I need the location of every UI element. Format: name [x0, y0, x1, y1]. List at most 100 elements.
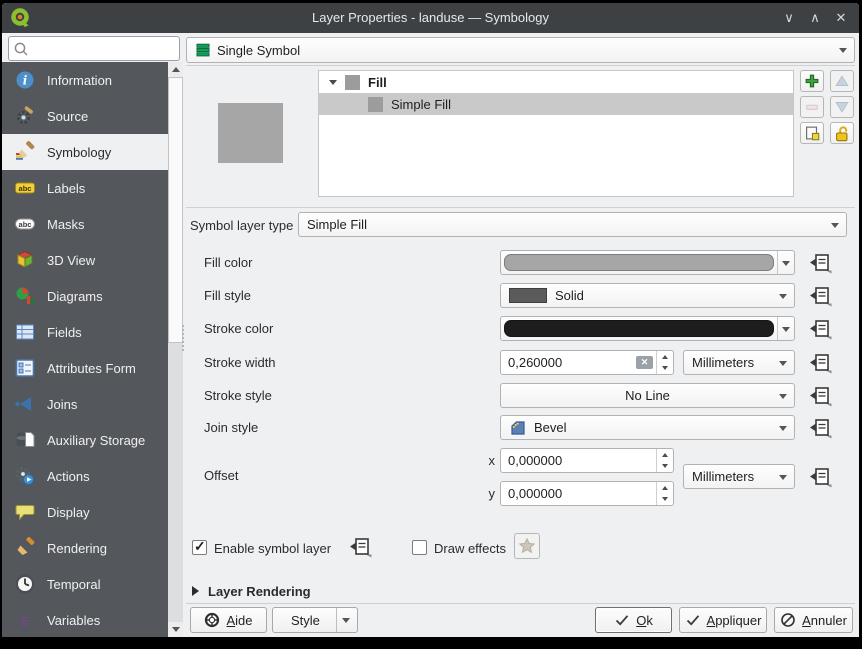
move-down-button[interactable] [830, 96, 854, 118]
stroke-color-override-button[interactable] [805, 317, 835, 341]
sidebar-item-label: Source [47, 109, 88, 124]
spin-up-button[interactable] [657, 449, 673, 461]
menu-arrow[interactable] [336, 608, 356, 632]
apply-label: Appliquer [707, 613, 762, 628]
tree-row-fill[interactable]: Fill [319, 71, 793, 93]
stroke-width-input[interactable] [501, 355, 636, 370]
join-style-combo[interactable]: Bevel [500, 415, 795, 440]
sidebar-item-fields[interactable]: Fields [2, 314, 168, 350]
offset-x-input[interactable] [501, 453, 656, 468]
splitter-handle[interactable] [182, 325, 185, 351]
minimize-button[interactable]: ∨ [777, 3, 801, 33]
enable-symbol-layer-override-button[interactable] [345, 535, 375, 559]
stroke-width-unit-combo[interactable]: Millimeters [683, 350, 795, 375]
sidebar-item-joins[interactable]: Joins [2, 386, 168, 422]
titlebar[interactable]: Layer Properties - landuse — Symbology ∨… [2, 3, 859, 33]
sidebar-item-information[interactable]: i Information [2, 62, 168, 98]
stroke-style-combo[interactable]: No Line [500, 383, 795, 408]
fill-color-override-button[interactable] [805, 251, 835, 275]
close-button[interactable]: ✕ [829, 3, 853, 33]
window-title: Layer Properties - landuse — Symbology [2, 3, 859, 33]
spin-up-button[interactable] [657, 482, 673, 494]
fill-style-swatch [509, 288, 547, 303]
stroke-style-override-button[interactable] [805, 384, 835, 408]
open-lock-icon [833, 124, 851, 142]
sidebar-item-rendering[interactable]: Rendering [2, 530, 168, 566]
sidebar-item-label: Information [47, 73, 112, 88]
effects-options-button[interactable] [514, 533, 540, 559]
symbol-layer-tree: Fill Simple Fill [318, 70, 794, 197]
renderer-value: Single Symbol [217, 43, 300, 58]
sidebar-item-variables[interactable]: ε Variables [2, 602, 168, 637]
tree-label: Fill [368, 75, 387, 90]
sidebar-item-label: Symbology [47, 145, 111, 160]
scrollbar-thumb[interactable] [168, 77, 183, 343]
add-symbol-layer-button[interactable] [800, 70, 824, 92]
sidebar-item-attributes-form[interactable]: Attributes Form [2, 350, 168, 386]
stroke-width-override-button[interactable] [805, 351, 835, 375]
sidebar-item-temporal[interactable]: Temporal [2, 566, 168, 602]
sidebar-item-display[interactable]: Display [2, 494, 168, 530]
cancel-label: Annuler [802, 613, 847, 628]
search-icon [13, 41, 29, 57]
help-button[interactable]: Aide [190, 607, 267, 633]
ok-button[interactable]: Ok [595, 607, 672, 633]
stroke-color-button[interactable] [500, 316, 795, 341]
draw-effects-checkbox[interactable] [412, 540, 427, 555]
chevron-down-icon [779, 475, 787, 480]
expand-icon[interactable] [329, 80, 337, 85]
fill-style-override-button[interactable] [805, 284, 835, 308]
fill-color-button[interactable] [500, 250, 795, 275]
clear-value-icon[interactable]: ✕ [636, 356, 653, 369]
fill-style-combo[interactable]: Solid [500, 283, 795, 308]
fields-icon [14, 321, 36, 343]
fill-swatch [345, 75, 360, 90]
move-up-button[interactable] [830, 70, 854, 92]
enable-symbol-layer-checkbox[interactable] [192, 540, 207, 555]
check-icon [614, 612, 630, 628]
sidebar-item-3d-view[interactable]: 3D View [2, 242, 168, 278]
sidebar-item-diagrams[interactable]: Diagrams [2, 278, 168, 314]
spin-down-button[interactable] [657, 461, 673, 473]
stroke-style-label: Stroke style [204, 383, 272, 408]
style-menu-button[interactable]: Style [272, 607, 358, 633]
scroll-up-icon[interactable] [168, 62, 183, 77]
apply-button[interactable]: Appliquer [679, 607, 767, 633]
data-defined-override-icon [807, 352, 833, 374]
layer-rendering-section[interactable]: Layer Rendering [208, 584, 311, 599]
offset-y-input[interactable] [501, 486, 656, 501]
sidebar-item-source[interactable]: Source [2, 98, 168, 134]
sidebar-item-auxiliary-storage[interactable]: Auxiliary Storage [2, 422, 168, 458]
sidebar-scrollbar[interactable] [168, 62, 183, 637]
sidebar-item-masks[interactable]: abc Masks [2, 206, 168, 242]
duplicate-symbol-layer-button[interactable] [800, 122, 824, 144]
tree-row-simple-fill[interactable]: Simple Fill [319, 93, 793, 115]
spin-down-button[interactable] [657, 363, 673, 375]
symbology-icon [14, 141, 36, 163]
remove-symbol-layer-button[interactable] [800, 96, 824, 118]
maximize-button[interactable]: ∧ [803, 3, 827, 33]
sidebar-item-symbology[interactable]: Symbology [2, 134, 168, 170]
ok-label: Ok [636, 613, 653, 628]
scroll-down-icon[interactable] [168, 622, 183, 637]
fill-color-dropdown[interactable] [777, 251, 794, 274]
collapse-arrow-icon[interactable] [192, 586, 199, 596]
cancel-button[interactable]: Annuler [774, 607, 853, 633]
offset-unit-combo[interactable]: Millimeters [683, 464, 795, 489]
sidebar-item-labels[interactable]: abc Labels [2, 170, 168, 206]
stroke-color-dropdown[interactable] [777, 317, 794, 340]
rendering-icon [14, 537, 36, 559]
divider [186, 603, 855, 604]
renderer-combo[interactable]: Single Symbol [186, 37, 855, 63]
three-d-view-icon [14, 249, 36, 271]
arrow-down-icon [833, 98, 851, 116]
symbol-layer-type-combo[interactable]: Simple Fill [298, 212, 847, 237]
lock-color-button[interactable] [830, 122, 854, 144]
spin-down-button[interactable] [657, 494, 673, 506]
spin-up-button[interactable] [657, 351, 673, 363]
svg-text:abc: abc [19, 220, 32, 229]
join-style-override-button[interactable] [805, 416, 835, 440]
sidebar-item-actions[interactable]: Actions [2, 458, 168, 494]
search-input[interactable] [29, 41, 179, 56]
offset-override-button[interactable] [805, 465, 835, 489]
